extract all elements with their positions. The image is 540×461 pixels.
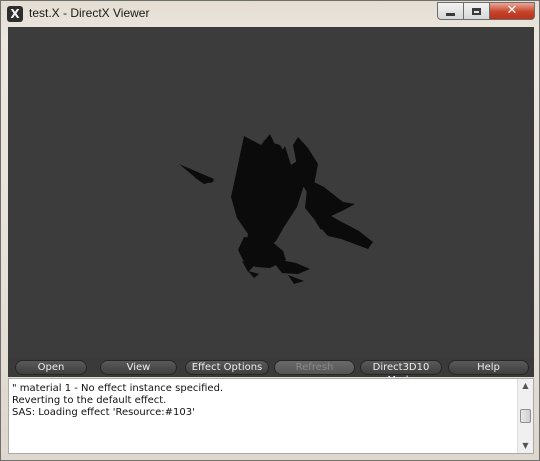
scroll-up-icon[interactable]: ▲: [518, 379, 533, 393]
effect-options-button[interactable]: Effect Options: [185, 360, 269, 375]
app-icon[interactable]: X: [7, 6, 23, 22]
scroll-down-icon[interactable]: ▼: [518, 439, 533, 453]
log-text: " material 1 - No effect instance specif…: [12, 383, 512, 419]
minimize-button[interactable]: [437, 2, 464, 20]
window-controls: ✕: [437, 2, 535, 20]
open-button[interactable]: Open: [15, 360, 87, 375]
refresh-button[interactable]: Refresh: [274, 360, 355, 375]
minimize-icon: [446, 12, 455, 16]
output-log[interactable]: " material 1 - No effect instance specif…: [8, 378, 534, 454]
title-bar[interactable]: X test.X - DirectX Viewer ✕: [1, 1, 540, 27]
view-button[interactable]: View: [100, 360, 177, 375]
log-scrollbar[interactable]: ▲ ▼: [517, 379, 533, 453]
log-line: SAS: Loading effect 'Resource:#103': [12, 407, 195, 418]
window-title: test.X - DirectX Viewer: [29, 6, 150, 20]
directx-viewer-window: X test.X - DirectX Viewer ✕ Open View Ef…: [0, 0, 540, 461]
scroll-thumb[interactable]: [520, 409, 531, 423]
log-line: " material 1 - No effect instance specif…: [12, 383, 224, 394]
render-viewport[interactable]: [8, 27, 534, 358]
3d-model-silhouette: [179, 134, 373, 284]
model-render: [179, 134, 373, 284]
close-icon: ✕: [506, 3, 518, 18]
app-icon-glyph: X: [10, 7, 20, 21]
close-button[interactable]: ✕: [490, 2, 535, 20]
log-line: Reverting to the default effect.: [12, 395, 167, 406]
toolbar: Open View Effect Options Refresh Direct3…: [8, 358, 534, 386]
maximize-button[interactable]: [464, 2, 490, 20]
direct3d-mode-button[interactable]: Direct3D10 Mode: [360, 360, 442, 386]
help-button[interactable]: Help: [448, 360, 529, 375]
maximize-icon: [472, 7, 481, 15]
